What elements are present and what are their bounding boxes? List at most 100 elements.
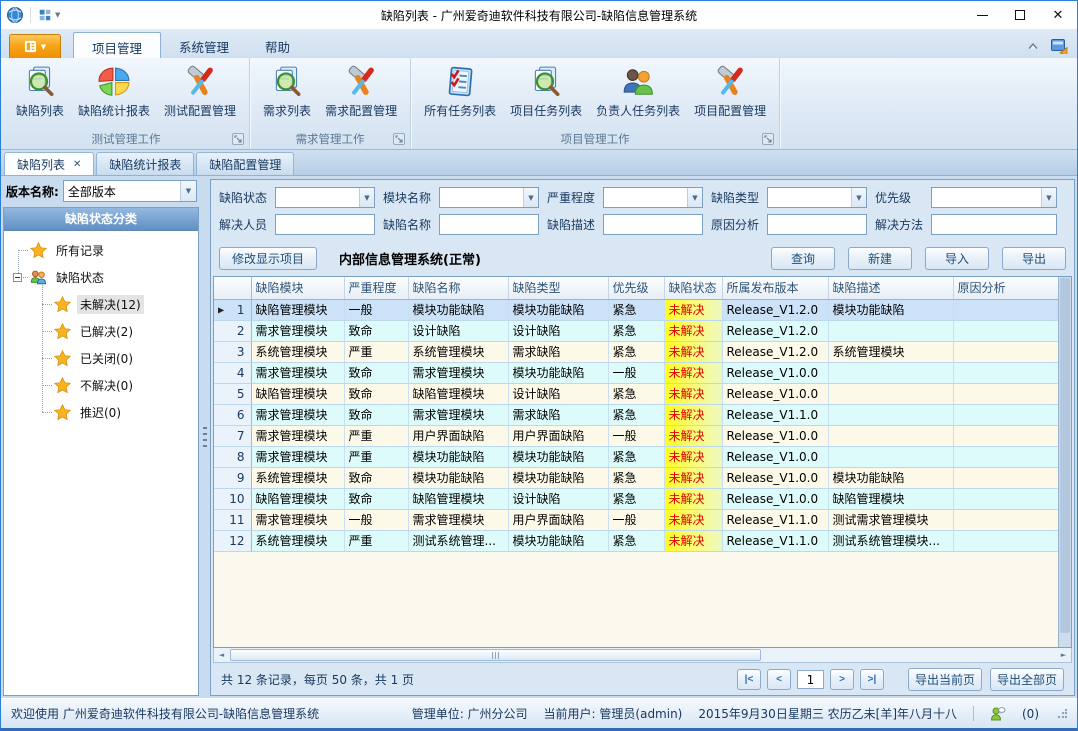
- help-window-icon[interactable]: [1050, 37, 1069, 54]
- cell-缺陷模块[interactable]: 需求管理模块: [251, 446, 344, 467]
- cell-原因分析[interactable]: [953, 299, 1058, 320]
- cell-缺陷描述[interactable]: 缺陷管理模块: [828, 488, 953, 509]
- close-tab-icon[interactable]: ✕: [73, 159, 81, 170]
- last-page-button[interactable]: >|: [860, 669, 884, 690]
- cell-缺陷名称[interactable]: 缺陷管理模块: [408, 488, 508, 509]
- cell-原因分析[interactable]: [953, 509, 1058, 530]
- column-header-原因分析[interactable]: 原因分析: [953, 277, 1058, 299]
- cell-缺陷状态[interactable]: 未解决: [664, 467, 722, 488]
- maximize-button[interactable]: [1001, 1, 1039, 29]
- action-button-导入[interactable]: 导入: [925, 247, 989, 270]
- cell-缺陷描述[interactable]: 测试系统管理模块...: [828, 530, 953, 551]
- filter-select-缺陷状态[interactable]: ▼: [275, 187, 375, 208]
- column-header-严重程度[interactable]: 严重程度: [344, 277, 408, 299]
- cell-缺陷模块[interactable]: 需求管理模块: [251, 320, 344, 341]
- document-tab-缺陷列表[interactable]: 缺陷列表✕: [4, 152, 94, 175]
- row-number-cell[interactable]: 5: [214, 383, 251, 404]
- cell-缺陷类型[interactable]: 用户界面缺陷: [508, 509, 608, 530]
- export-all-pages-button[interactable]: 导出全部页: [990, 668, 1064, 691]
- cell-缺陷状态[interactable]: 未解决: [664, 362, 722, 383]
- ribbon-button-缺陷统计报表[interactable]: 缺陷统计报表: [71, 62, 157, 121]
- cell-严重程度[interactable]: 严重: [344, 446, 408, 467]
- user-message-icon[interactable]: [990, 706, 1006, 722]
- cell-优先级[interactable]: 紧急: [608, 467, 664, 488]
- app-menu-button[interactable]: ▼: [9, 34, 61, 58]
- table-row-7[interactable]: 7需求管理模块严重用户界面缺陷用户界面缺陷一般未解决Release_V1.0.0: [214, 425, 1058, 446]
- collapse-minus-icon[interactable]: [13, 273, 22, 282]
- cell-严重程度[interactable]: 致命: [344, 383, 408, 404]
- cell-所属发布版本[interactable]: Release_V1.0.0: [722, 446, 828, 467]
- table-row-9[interactable]: 9系统管理模块致命模块功能缺陷模块功能缺陷紧急未解决Release_V1.0.0…: [214, 467, 1058, 488]
- cell-优先级[interactable]: 一般: [608, 425, 664, 446]
- cell-缺陷名称[interactable]: 模块功能缺陷: [408, 467, 508, 488]
- cell-原因分析[interactable]: [953, 320, 1058, 341]
- ribbon-button-项目配置管理[interactable]: 项目配置管理: [687, 62, 773, 121]
- cell-缺陷类型[interactable]: 设计缺陷: [508, 488, 608, 509]
- table-row-2[interactable]: 2需求管理模块致命设计缺陷设计缺陷紧急未解决Release_V1.2.0: [214, 320, 1058, 341]
- cell-严重程度[interactable]: 致命: [344, 404, 408, 425]
- filter-input-解决方法[interactable]: [931, 214, 1057, 235]
- cell-优先级[interactable]: 紧急: [608, 299, 664, 320]
- cell-缺陷模块[interactable]: 系统管理模块: [251, 467, 344, 488]
- cell-严重程度[interactable]: 致命: [344, 488, 408, 509]
- cell-缺陷名称[interactable]: 缺陷管理模块: [408, 383, 508, 404]
- cell-原因分析[interactable]: [953, 425, 1058, 446]
- action-button-查询[interactable]: 查询: [771, 247, 835, 270]
- cell-所属发布版本[interactable]: Release_V1.0.0: [722, 383, 828, 404]
- row-number-cell[interactable]: 12: [214, 530, 251, 551]
- column-header-缺陷类型[interactable]: 缺陷类型: [508, 277, 608, 299]
- column-header-缺陷状态[interactable]: 缺陷状态: [664, 277, 722, 299]
- cell-缺陷状态[interactable]: 未解决: [664, 446, 722, 467]
- cell-严重程度[interactable]: 严重: [344, 530, 408, 551]
- cell-所属发布版本[interactable]: Release_V1.0.0: [722, 425, 828, 446]
- cell-所属发布版本[interactable]: Release_V1.0.0: [722, 362, 828, 383]
- cell-优先级[interactable]: 紧急: [608, 488, 664, 509]
- cell-缺陷模块[interactable]: 需求管理模块: [251, 509, 344, 530]
- cell-严重程度[interactable]: 严重: [344, 425, 408, 446]
- ribbon-button-项目任务列表[interactable]: 项目任务列表: [503, 62, 589, 121]
- cell-缺陷类型[interactable]: 模块功能缺陷: [508, 467, 608, 488]
- cell-缺陷类型[interactable]: 设计缺陷: [508, 383, 608, 404]
- cell-缺陷描述[interactable]: 系统管理模块: [828, 341, 953, 362]
- current-page-input[interactable]: 1: [797, 670, 824, 689]
- row-number-cell[interactable]: ▶1: [214, 299, 251, 320]
- cell-优先级[interactable]: 紧急: [608, 383, 664, 404]
- cell-缺陷状态[interactable]: 未解决: [664, 404, 722, 425]
- horizontal-scrollbar-thumb[interactable]: [230, 649, 761, 661]
- dialog-launcher-icon[interactable]: [393, 133, 405, 145]
- ribbon-tab-系统管理[interactable]: 系统管理: [161, 32, 247, 58]
- cell-严重程度[interactable]: 一般: [344, 509, 408, 530]
- filter-select-优先级[interactable]: ▼: [931, 187, 1057, 208]
- cell-所属发布版本[interactable]: Release_V1.2.0: [722, 299, 828, 320]
- resize-grip-icon[interactable]: [1057, 709, 1067, 719]
- cell-缺陷名称[interactable]: 用户界面缺陷: [408, 425, 508, 446]
- cell-优先级[interactable]: 紧急: [608, 341, 664, 362]
- sidebar-splitter[interactable]: [199, 179, 210, 696]
- vertical-scrollbar[interactable]: [1058, 277, 1071, 647]
- horizontal-scrollbar[interactable]: ◄ ►: [213, 648, 1072, 663]
- cell-缺陷描述[interactable]: [828, 383, 953, 404]
- cell-优先级[interactable]: 一般: [608, 362, 664, 383]
- cell-所属发布版本[interactable]: Release_V1.1.0: [722, 530, 828, 551]
- cell-缺陷状态[interactable]: 未解决: [664, 488, 722, 509]
- next-page-button[interactable]: >: [830, 669, 854, 690]
- row-number-cell[interactable]: 8: [214, 446, 251, 467]
- cell-缺陷类型[interactable]: 模块功能缺陷: [508, 299, 608, 320]
- cell-缺陷类型[interactable]: 模块功能缺陷: [508, 446, 608, 467]
- cell-所属发布版本[interactable]: Release_V1.2.0: [722, 341, 828, 362]
- table-row-8[interactable]: 8需求管理模块严重模块功能缺陷模块功能缺陷紧急未解决Release_V1.0.0: [214, 446, 1058, 467]
- cell-所属发布版本[interactable]: Release_V1.2.0: [722, 320, 828, 341]
- cell-缺陷模块[interactable]: 缺陷管理模块: [251, 488, 344, 509]
- cell-严重程度[interactable]: 严重: [344, 341, 408, 362]
- row-number-cell[interactable]: 11: [214, 509, 251, 530]
- quick-access-toolbar-button[interactable]: ▼: [38, 8, 60, 22]
- cell-缺陷描述[interactable]: [828, 425, 953, 446]
- version-select[interactable]: 全部版本 ▼: [63, 180, 197, 202]
- action-button-导出[interactable]: 导出: [1002, 247, 1066, 270]
- cell-严重程度[interactable]: 致命: [344, 467, 408, 488]
- row-number-cell[interactable]: 6: [214, 404, 251, 425]
- cell-所属发布版本[interactable]: Release_V1.0.0: [722, 488, 828, 509]
- table-row-5[interactable]: 5缺陷管理模块致命缺陷管理模块设计缺陷紧急未解决Release_V1.0.0: [214, 383, 1058, 404]
- cell-缺陷状态[interactable]: 未解决: [664, 425, 722, 446]
- cell-缺陷模块[interactable]: 需求管理模块: [251, 362, 344, 383]
